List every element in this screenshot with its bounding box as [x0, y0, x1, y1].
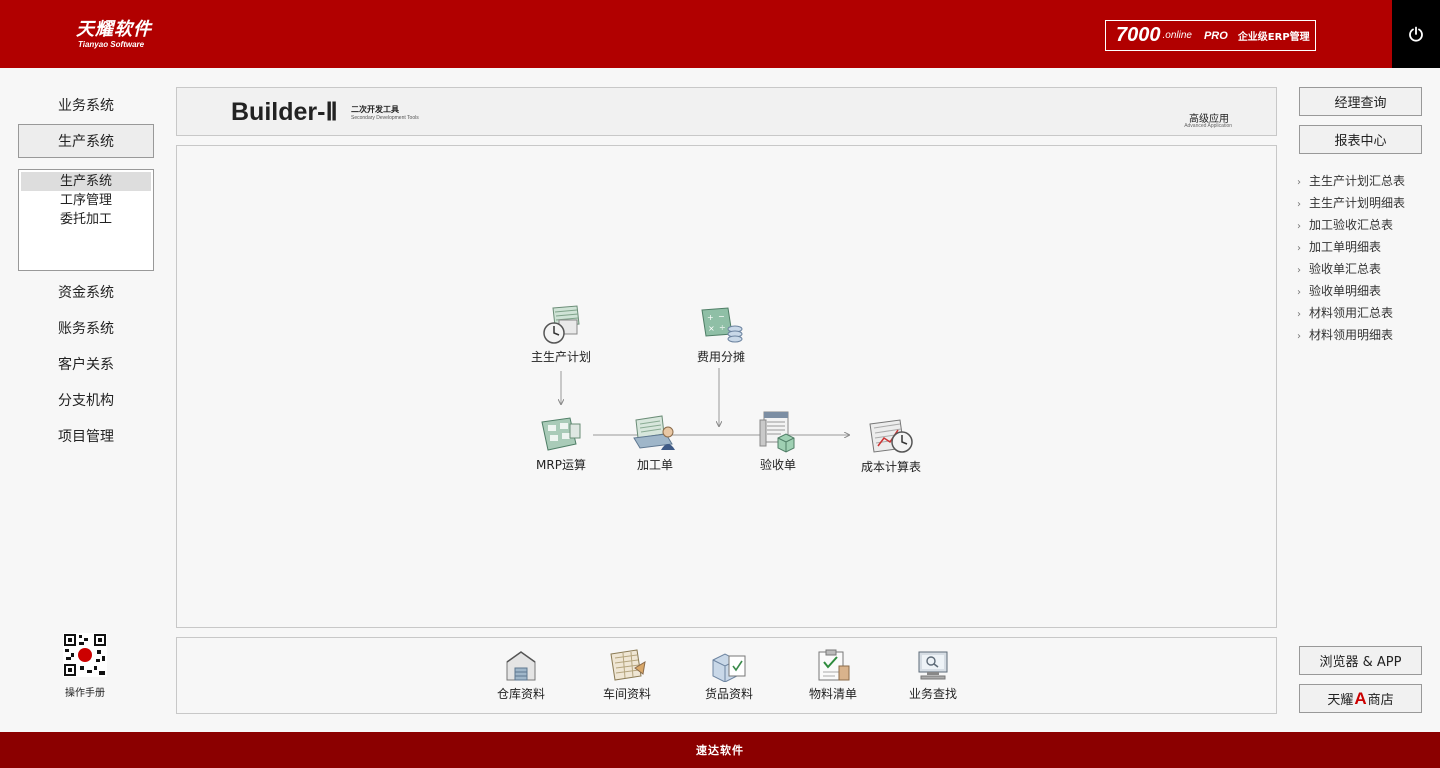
- report-center-button[interactable]: 报表中心: [1299, 125, 1422, 154]
- product-online: .online: [1162, 30, 1192, 41]
- workshop-icon: [610, 649, 646, 681]
- manager-query-button[interactable]: 经理查询: [1299, 87, 1422, 116]
- flow-label: 主生产计划: [530, 350, 591, 364]
- report-link[interactable]: › 材料领用汇总表: [1297, 302, 1437, 324]
- tool-label: 仓库资料: [496, 687, 545, 701]
- flow-node-mrp[interactable]: MRP运算: [513, 414, 609, 473]
- production-subnav: 生产系统 工序管理 委托加工: [18, 169, 154, 271]
- advanced-application-en: Advanced Application: [1184, 123, 1232, 129]
- flow-node-master-production-plan[interactable]: 主生产计划: [513, 304, 609, 365]
- tool-goods-data[interactable]: 货品资料: [689, 648, 769, 702]
- report-link[interactable]: › 主生产计划明细表: [1297, 192, 1437, 214]
- production-plan-icon: [543, 305, 580, 344]
- report-link[interactable]: › 加工单明细表: [1297, 236, 1437, 258]
- warehouse-icon: [506, 651, 536, 681]
- brand-name-cn: 天耀软件: [76, 19, 152, 40]
- production-flow-panel: 主生产计划 + − × ÷ 费用分摊 MRP运算 加工单 验收单 成本计算表: [176, 145, 1277, 628]
- report-link[interactable]: › 验收单明细表: [1297, 280, 1437, 302]
- nav-production-system[interactable]: 生产系统: [18, 124, 154, 158]
- tool-label: 货品资料: [704, 687, 753, 701]
- chevron-right-icon: ›: [1297, 243, 1301, 254]
- flow-node-receipt[interactable]: 验收单: [730, 408, 826, 473]
- basic-data-toolbar: 仓库资料 车间资料 货品资料 物料清单 业务查找: [176, 637, 1277, 714]
- operator-desk-icon: [633, 415, 675, 450]
- chevron-right-icon: ›: [1297, 287, 1301, 298]
- calculator-coins-icon: + − × ÷: [701, 307, 743, 343]
- cost-chart-icon: [869, 419, 913, 453]
- product-number: 7000: [1116, 24, 1161, 46]
- nav-accounting-system[interactable]: 账务系统: [18, 311, 154, 345]
- qr-code-icon[interactable]: [63, 633, 107, 677]
- report-list: › 主生产计划汇总表 › 主生产计划明细表 › 加工验收汇总表 › 加工单明细表 › 验收…: [1297, 170, 1437, 346]
- nav-funds-system[interactable]: 资金系统: [18, 275, 154, 309]
- product-pro: PRO: [1203, 29, 1228, 42]
- report-link[interactable]: › 材料领用明细表: [1297, 324, 1437, 346]
- product-badge: 7000 .online PRO 企业级ERP管理: [1105, 20, 1316, 51]
- brand-logo: 天耀软件 Tianyao Software: [76, 19, 152, 50]
- report-link[interactable]: › 验收单汇总表: [1297, 258, 1437, 280]
- tool-label: 物料清单: [808, 687, 857, 701]
- report-link[interactable]: › 加工验收汇总表: [1297, 214, 1437, 236]
- flow-node-cost-sheet[interactable]: 成本计算表: [843, 416, 939, 475]
- builder-banner: Builder-Ⅱ 二次开发工具 Secondary Development T…: [176, 87, 1277, 136]
- tool-business-search[interactable]: 业务查找: [893, 648, 973, 702]
- chevron-right-icon: ›: [1297, 177, 1301, 188]
- report-link[interactable]: › 主生产计划汇总表: [1297, 170, 1437, 192]
- checklist-icon: [818, 649, 850, 681]
- app-store-button[interactable]: 天耀 A 商店: [1299, 684, 1422, 713]
- flow-label: 成本计算表: [860, 460, 921, 474]
- flow-label: 加工单: [636, 458, 673, 472]
- store-prefix: 天耀: [1327, 693, 1354, 708]
- flow-label: 费用分摊: [696, 350, 745, 364]
- brand-name-en: Tianyao Software: [78, 40, 145, 49]
- store-logo-letter: A: [1354, 688, 1367, 708]
- nav-project-management[interactable]: 项目管理: [18, 419, 154, 453]
- nav-customer-relations[interactable]: 客户关系: [18, 347, 154, 381]
- mrp-calculator-icon: [541, 417, 581, 451]
- tool-warehouse-data[interactable]: 仓库资料: [481, 648, 561, 702]
- chevron-right-icon: ›: [1297, 309, 1301, 320]
- flow-node-cost-allocation[interactable]: + − × ÷ 费用分摊: [673, 304, 769, 365]
- search-monitor-icon: [918, 651, 948, 680]
- flow-label: 验收单: [759, 458, 796, 472]
- flow-connectors: [177, 368, 1278, 629]
- svg-text:÷: ÷: [719, 323, 726, 332]
- footer-bar: 速达软件: [0, 732, 1440, 768]
- builder-subtitle-cn: 二次开发工具: [351, 105, 399, 114]
- builder-subtitle-en: Secondary Development Tools: [351, 115, 419, 121]
- nav-business-system[interactable]: 业务系统: [18, 88, 154, 122]
- manual-label[interactable]: 操作手册: [45, 684, 125, 699]
- store-suffix: 商店: [1367, 693, 1394, 708]
- svg-text:+: +: [707, 313, 714, 322]
- product-desc: 企业级ERP管理: [1237, 32, 1310, 43]
- goods-icon: [712, 653, 746, 682]
- chevron-right-icon: ›: [1297, 331, 1301, 342]
- svg-text:−: −: [718, 312, 725, 321]
- tool-label: 车间资料: [602, 687, 651, 701]
- nav-branch-offices[interactable]: 分支机构: [18, 383, 154, 417]
- flow-node-work-order[interactable]: 加工单: [607, 410, 703, 473]
- subnav-production-system[interactable]: 生产系统: [21, 172, 151, 191]
- receipt-stack-icon: [759, 411, 795, 453]
- power-icon: [1409, 26, 1423, 42]
- svg-text:×: ×: [708, 324, 715, 333]
- chevron-right-icon: ›: [1297, 199, 1301, 210]
- tool-bill-of-materials[interactable]: 物料清单: [793, 648, 873, 702]
- tool-label: 业务查找: [908, 687, 957, 701]
- builder-title: Builder-Ⅱ: [231, 98, 338, 126]
- power-button[interactable]: [1392, 0, 1440, 68]
- subnav-outsourced-processing[interactable]: 委托加工: [21, 210, 151, 229]
- subnav-process-management[interactable]: 工序管理: [21, 191, 151, 210]
- tool-workshop-data[interactable]: 车间资料: [587, 648, 667, 702]
- footer-brand: 速达软件: [696, 744, 744, 757]
- flow-label: MRP运算: [536, 458, 586, 472]
- browser-app-button[interactable]: 浏览器 & APP: [1299, 646, 1422, 675]
- chevron-right-icon: ›: [1297, 265, 1301, 276]
- top-header: 天耀软件 Tianyao Software 7000 .online PRO 企…: [0, 0, 1440, 68]
- chevron-right-icon: ›: [1297, 221, 1301, 232]
